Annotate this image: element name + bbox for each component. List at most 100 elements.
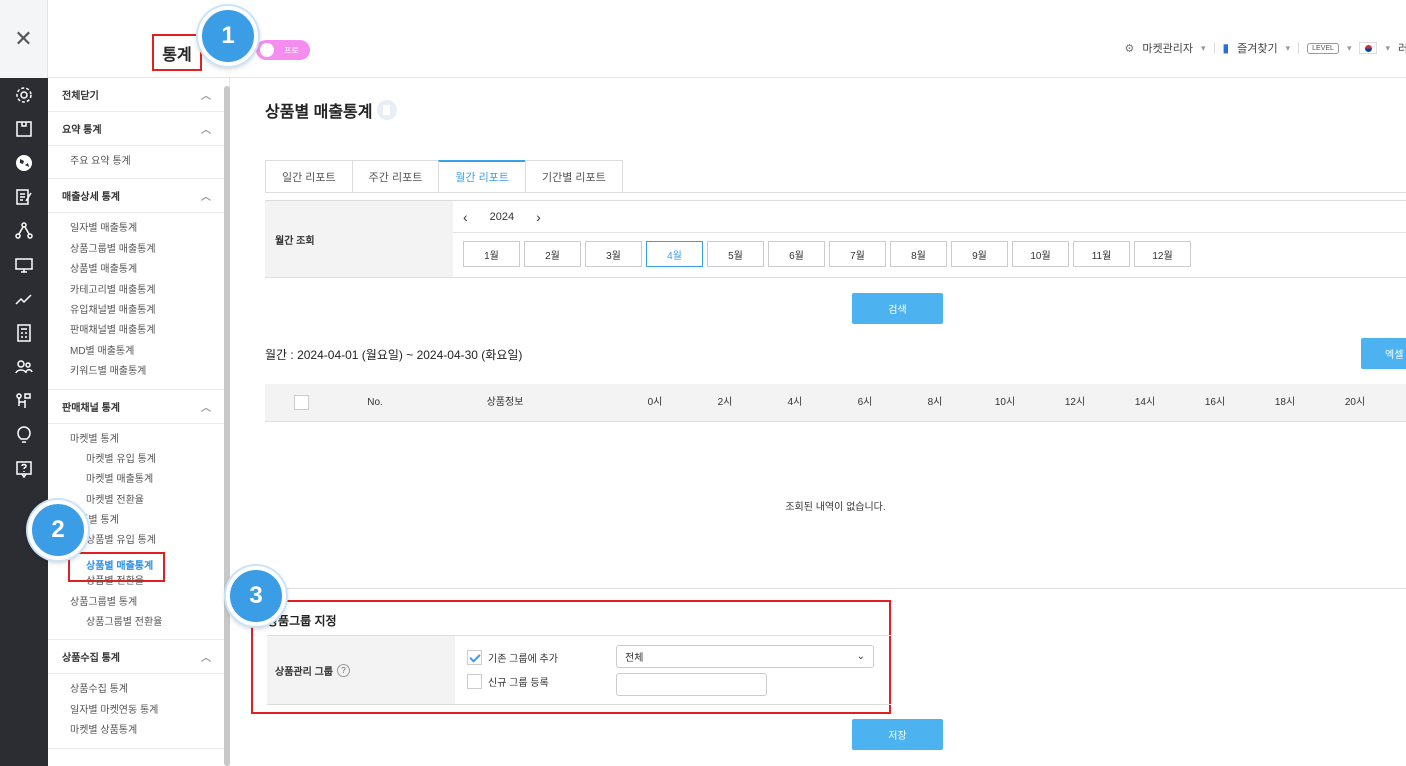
sidebar-subitem[interactable]: 마켓별 매출통계 [48, 470, 229, 490]
month-button[interactable]: 8월 [890, 241, 947, 267]
monitor-icon[interactable] [0, 248, 48, 282]
month-button-selected[interactable]: 4월 [646, 241, 703, 267]
month-button[interactable]: 12월 [1134, 241, 1191, 267]
existing-group-checkbox[interactable] [467, 650, 482, 665]
section-product-collection-items: 상품수집 통계 일자별 마켓연동 통계 마켓별 상품통계 [48, 674, 229, 749]
month-button[interactable]: 2월 [524, 241, 581, 267]
lightbulb-icon[interactable] [0, 418, 48, 452]
sidebar-item[interactable]: 일자별 마켓연동 통계 [48, 701, 229, 721]
year-value: 2024 [489, 210, 515, 223]
sidebar-item[interactable]: 상품그룹별 통계 [48, 593, 229, 613]
collapse-all[interactable]: 전체닫기 ︿ [48, 78, 229, 112]
sidebar-item[interactable]: 카테고리별 매출통계 [48, 281, 229, 301]
chevron-up-icon: ︿ [201, 125, 211, 136]
calculator-icon[interactable] [0, 316, 48, 350]
sidebar-item[interactable]: 상품그룹별 매출통계 [48, 240, 229, 260]
column-header: 14시 [1134, 397, 1156, 408]
year-selector: ‹ 2024 › [453, 201, 1406, 233]
sidebar-item[interactable]: 마켓별 상품통계 [48, 721, 229, 741]
edit-list-icon[interactable] [0, 180, 48, 214]
tab-monthly[interactable]: 월간 리포트 [438, 160, 526, 193]
favorites-menu[interactable]: 즐겨찾기 [1237, 40, 1277, 56]
section-product-collection[interactable]: 상품수집 통계 ︿ [48, 640, 229, 675]
section-title: 요약 통계 [62, 125, 102, 136]
sidebar-item[interactable]: 상품별 매출통계 [48, 260, 229, 280]
sidebar-item[interactable]: 일자별 매출통계 [48, 219, 229, 239]
sidebar-item[interactable]: 상품수집 통계 [48, 680, 229, 700]
page-title-text: 상품별 매출통계 [265, 104, 373, 121]
divider [1298, 42, 1300, 54]
sidebar-subitem[interactable]: 상품그룹별 전환율 [48, 613, 229, 633]
market-admin-menu[interactable]: 마켓관리자 [1142, 40, 1193, 56]
settings-icon[interactable] [0, 78, 48, 112]
globe-icon[interactable] [0, 146, 48, 180]
column-header: 20시 [1344, 397, 1366, 408]
tab-period[interactable]: 기간별 리포트 [524, 160, 623, 193]
excel-button[interactable]: 엑셀 [1361, 338, 1406, 369]
annotation-badge-1: 1 [198, 6, 258, 66]
next-year-icon[interactable]: › [536, 209, 541, 225]
chevron-down-icon: ⌄ [856, 651, 865, 662]
period-text: 월간 : 2024-04-01 (월요일) ~ 2024-04-30 (화요일) [265, 348, 523, 362]
save-button[interactable]: 저장 [852, 719, 943, 750]
option-new-group[interactable]: 신규 그룹 등록 [467, 674, 549, 689]
new-group-checkbox[interactable] [467, 674, 482, 689]
sidebar-item[interactable]: 주요 요약 통계 [48, 152, 229, 172]
sidebar-item[interactable]: 유입채널별 매출통계 [48, 301, 229, 321]
month-button[interactable]: 7월 [829, 241, 886, 267]
sidebar-item[interactable]: 판매채널별 매출통계 [48, 321, 229, 341]
korea-flag-icon[interactable] [1359, 42, 1378, 54]
users-icon[interactable] [0, 350, 48, 384]
chevron-up-icon: ︿ [201, 653, 211, 665]
month-button[interactable]: 5월 [707, 241, 764, 267]
new-group-name-input[interactable] [616, 673, 767, 696]
help-icon[interactable]: ? [336, 663, 350, 677]
month-button[interactable]: 3월 [585, 241, 642, 267]
help-chat-icon[interactable] [0, 452, 48, 486]
chevron-up-icon: ︿ [201, 402, 211, 414]
sidebar-item[interactable]: MD별 매출통계 [48, 342, 229, 362]
app: ✕ 통계 프로 ⚙ 마켓관리자 ▾ ▮ 즐겨찾기 ▾ LEVEL ▾ ▾ 러 전… [0, 0, 1406, 766]
close-icon[interactable]: ✕ [14, 26, 32, 52]
report-tabs: 일간 리포트 주간 리포트 월간 리포트 기간별 리포트 [265, 160, 623, 193]
month-button[interactable]: 11월 [1073, 241, 1130, 267]
option-existing-group[interactable]: 기존 그룹에 추가 [467, 650, 558, 665]
tab-weekly[interactable]: 주간 리포트 [351, 160, 440, 193]
sidebar-item-product-sales-active[interactable]: 상품별 매출통계 [48, 551, 229, 582]
section-sales-detail[interactable]: 매출상세 통계 ︿ [48, 179, 229, 214]
tab-daily[interactable]: 일간 리포트 [265, 160, 353, 193]
group-select[interactable]: 전체 ⌄ [616, 645, 874, 668]
month-buttons: 1월 2월 3월 4월 5월 6월 7월 8월 9월 10월 11월 12월 [463, 241, 1191, 267]
bookmark-icon[interactable] [376, 100, 397, 120]
month-button[interactable]: 9월 [951, 241, 1008, 267]
trend-icon[interactable] [0, 282, 48, 316]
level-badge[interactable]: LEVEL [1307, 42, 1339, 54]
box-icon[interactable] [0, 112, 48, 146]
sidebar-subitem[interactable]: 마켓별 유입 통계 [48, 450, 229, 470]
section-sales-channel[interactable]: 판매채널 통계 ︿ [48, 390, 229, 424]
section-summary[interactable]: 요약 통계 ︿ [48, 112, 229, 146]
divider [1213, 42, 1215, 54]
select-all-checkbox-cell [291, 384, 311, 422]
select-all-checkbox[interactable] [293, 394, 309, 410]
pro-toggle[interactable]: 프로 [256, 40, 310, 60]
page-title: 상품별 매출통계 [265, 98, 397, 122]
column-header: 2시 [717, 397, 733, 408]
sidebar-item[interactable]: 키워드별 매출통계 [48, 362, 229, 382]
sidebar-scrollbar[interactable] [224, 86, 230, 766]
month-button[interactable]: 6월 [768, 241, 825, 267]
month-button[interactable]: 1월 [463, 241, 520, 267]
rail-top: ✕ [0, 0, 48, 78]
sidebar-item[interactable]: 마켓별 통계 [48, 430, 229, 450]
network-icon[interactable] [0, 214, 48, 248]
table-header: No. 상품정보 0시 2시 4시 6시 8시 10시 12시 14시 16시 … [265, 384, 1406, 422]
section-title: 판매채널 통계 [62, 402, 120, 414]
icon-rail: ✕ [0, 0, 48, 766]
empty-table-message: 조회된 내역이 없습니다. [785, 502, 886, 513]
hierarchy-icon[interactable] [0, 384, 48, 418]
prev-year-icon[interactable]: ‹ [463, 209, 468, 225]
product-group-section: 상품그룹 지정 상품관리 그룹 ? 기존 그룹에 추가 신규 그룹 등록 전체 … [251, 600, 891, 714]
search-button[interactable]: 검색 [852, 293, 943, 324]
chevron-down-icon: ▾ [1346, 42, 1352, 53]
month-button[interactable]: 10월 [1012, 241, 1069, 267]
